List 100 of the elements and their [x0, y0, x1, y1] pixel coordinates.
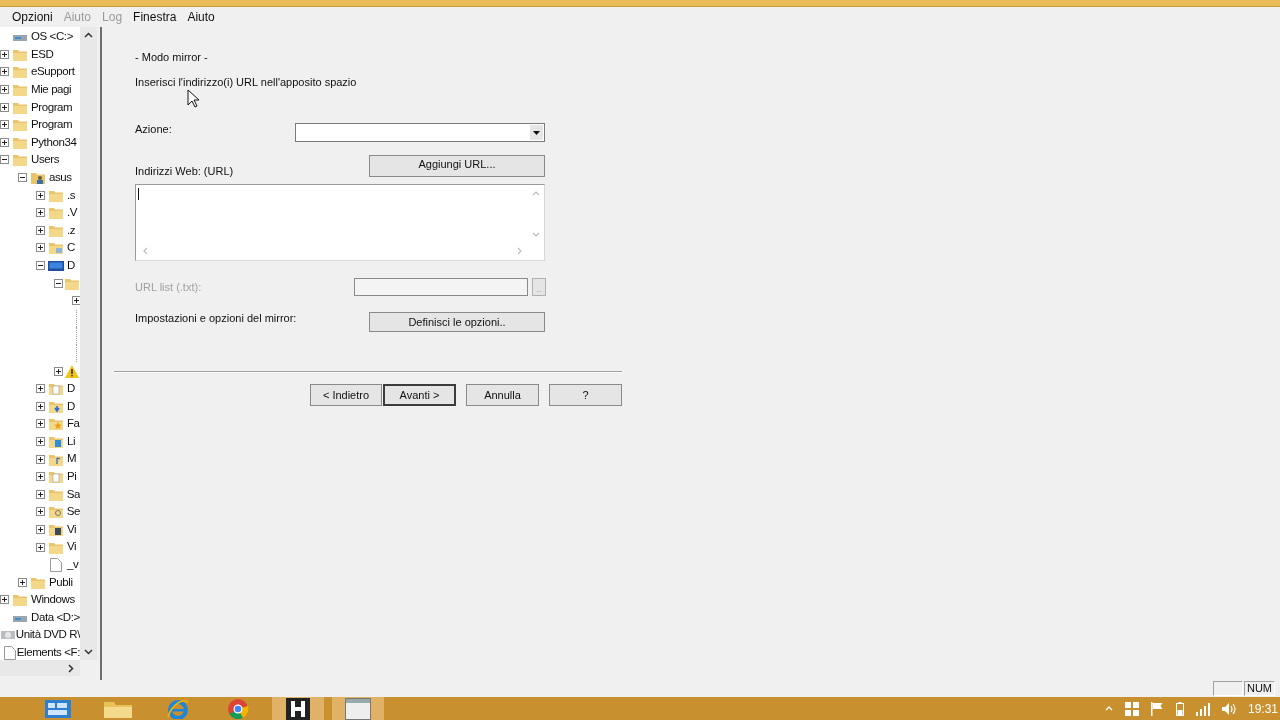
vertical-scrollbar[interactable] — [80, 27, 97, 660]
expand-icon[interactable] — [36, 436, 45, 446]
show-hidden-icon[interactable] — [1104, 706, 1113, 711]
expand-icon[interactable] — [36, 507, 45, 517]
signal-icon[interactable] — [1195, 701, 1210, 716]
expand-icon[interactable] — [0, 49, 9, 59]
scroll-right-icon[interactable] — [68, 663, 74, 673]
tree-item[interactable]: asus — [48, 168, 72, 187]
expand-icon[interactable] — [54, 366, 63, 376]
expand-icon[interactable] — [0, 85, 9, 95]
add-url-button[interactable]: Aggiungi URL... — [369, 155, 545, 177]
define-options-button[interactable]: Definisci le opzioni.. — [369, 312, 545, 332]
expand-icon[interactable] — [36, 472, 45, 482]
tree-item[interactable]: Users — [30, 151, 60, 169]
collapse-icon[interactable] — [0, 155, 9, 165]
text-cursor — [138, 188, 139, 200]
tree-item[interactable]: _v — [66, 556, 79, 574]
folder-icon — [13, 47, 27, 61]
expand-icon[interactable] — [36, 454, 45, 464]
menu-item[interactable]: Aiuto — [187, 8, 215, 26]
tree-item[interactable]: Program — [30, 98, 73, 116]
tree-item[interactable]: OS <C:> — [30, 28, 73, 46]
tree-item[interactable]: Unità DVD R\ — [14, 626, 80, 644]
speaker-icon[interactable] — [1221, 701, 1236, 716]
menu-item[interactable]: Opzioni — [12, 8, 53, 26]
folder-icon — [49, 223, 63, 237]
mouse-pointer-icon — [187, 89, 200, 108]
folder-icon — [13, 100, 27, 114]
tree-item[interactable]: C — [66, 239, 75, 257]
tree-item[interactable]: Sa — [65, 485, 80, 503]
wizard-button[interactable]: ? — [549, 384, 622, 406]
folder-icon — [13, 83, 27, 97]
folder-icon — [13, 118, 27, 132]
tree-item[interactable]: Vi — [66, 538, 77, 556]
folder-icon — [48, 505, 63, 519]
tree-item[interactable]: Vi — [66, 520, 77, 539]
folder-icon — [49, 434, 63, 448]
flag-icon[interactable] — [1150, 701, 1164, 716]
dropdown-arrow-icon[interactable] — [533, 130, 540, 135]
expand-icon[interactable] — [36, 225, 45, 235]
tree-item[interactable]: Python34 — [30, 133, 77, 151]
action-dropdown[interactable] — [295, 123, 545, 142]
tree-item[interactable]: Li — [66, 432, 76, 451]
app-icon[interactable] — [286, 697, 310, 720]
expand-icon[interactable] — [18, 577, 27, 587]
expand-icon[interactable] — [36, 208, 45, 218]
user-folder-icon — [31, 171, 45, 185]
tree-item[interactable]: eSupport — [30, 63, 75, 81]
expand-icon[interactable] — [0, 67, 9, 77]
expand-icon[interactable] — [36, 524, 45, 534]
wizard-button[interactable]: < Indietro — [310, 384, 382, 406]
tree-item[interactable]: D — [66, 256, 75, 275]
tree-item[interactable]: D — [66, 397, 75, 415]
expand-icon[interactable] — [36, 243, 45, 253]
tree-item[interactable]: Data <D:> — [30, 608, 80, 626]
tree-item[interactable]: Program — [30, 116, 73, 134]
tree-item[interactable]: .s — [66, 186, 76, 204]
tree-item[interactable]: Mie pagi — [30, 80, 72, 99]
tree-item[interactable]: Pi — [66, 468, 77, 486]
tree-item[interactable]: Fa — [66, 415, 80, 433]
field-label: URL list (.txt): — [135, 279, 203, 295]
folder-icon — [49, 540, 63, 554]
menu-item[interactable]: Finestra — [133, 8, 177, 26]
expand-icon[interactable] — [36, 401, 45, 411]
collapse-icon[interactable] — [54, 278, 63, 288]
tree-item[interactable]: Se — [65, 503, 80, 521]
wizard-button[interactable]: Avanti > — [383, 384, 456, 406]
tree-item[interactable]: Elements <F: — [15, 643, 80, 660]
collapse-icon[interactable] — [18, 173, 27, 183]
status-panel — [1212, 681, 1243, 696]
collapse-icon[interactable] — [36, 261, 45, 270]
folder-icon — [13, 65, 27, 79]
scroll-up-icon[interactable] — [84, 32, 93, 38]
battery-icon[interactable] — [1175, 701, 1184, 716]
expand-icon[interactable] — [0, 137, 9, 147]
url-list-field[interactable] — [354, 278, 528, 296]
tree-item[interactable]: ESD — [30, 45, 54, 63]
expand-icon[interactable] — [36, 489, 45, 499]
windows-logo-icon[interactable] — [1124, 701, 1139, 716]
wizard-button[interactable]: Annulla — [466, 384, 539, 406]
expand-icon[interactable] — [36, 384, 45, 394]
taskbar-button[interactable] — [272, 697, 324, 720]
tree-item[interactable]: D — [66, 380, 75, 398]
expand-icon[interactable] — [0, 120, 9, 130]
tree-item[interactable]: Windows — [30, 591, 75, 609]
tree-item[interactable]: Publi — [48, 573, 73, 591]
tree-item[interactable]: .V — [66, 204, 78, 222]
tiles-icon[interactable] — [45, 699, 71, 718]
tree-item[interactable]: .z — [66, 221, 76, 239]
window-icon[interactable] — [345, 697, 371, 720]
horizontal-scrollbar[interactable] — [0, 660, 80, 676]
expand-icon[interactable] — [36, 190, 45, 200]
tree-item[interactable]: M — [66, 450, 77, 468]
expand-icon[interactable] — [0, 102, 9, 112]
expand-icon[interactable] — [36, 419, 45, 429]
expand-icon[interactable] — [36, 542, 45, 552]
scroll-down-icon[interactable] — [84, 649, 93, 655]
folder-icon — [13, 593, 27, 607]
browser-ball-icon[interactable] — [227, 697, 249, 720]
expand-icon[interactable] — [0, 595, 9, 605]
